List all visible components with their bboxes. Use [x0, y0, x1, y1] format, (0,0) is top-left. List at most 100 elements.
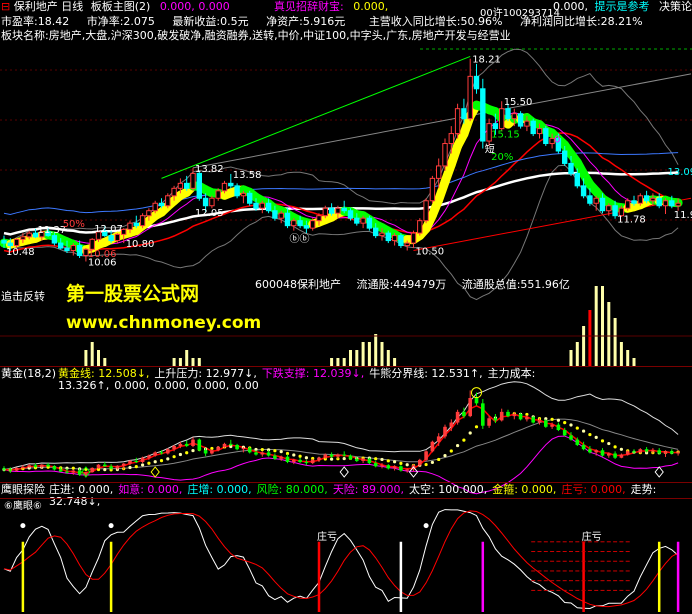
gold-dot [393, 460, 397, 464]
gold-dot [474, 425, 479, 429]
gold-body [600, 450, 605, 456]
candle-body [272, 210, 278, 219]
gold-body [115, 465, 120, 469]
gold-body [197, 439, 202, 451]
candle-body [662, 200, 669, 207]
candle-body [398, 235, 404, 247]
eagle-dot [423, 523, 429, 529]
price-annotation: 10.06 [88, 249, 117, 260]
volume-bar [336, 358, 340, 366]
volume-bar [330, 358, 334, 366]
candle-body [177, 182, 184, 189]
title-right: 0.000, 提示是参考 决策论 [553, 0, 692, 13]
eps: 最新收益:0.5元 [172, 15, 249, 28]
gold-dot [279, 450, 283, 454]
gold-dot [273, 449, 277, 453]
stock-chart[interactable]: 10.4811.3750%10.0610.0612.0710.8013.8212… [0, 0, 692, 614]
price-annotation: 13.82 [195, 164, 224, 175]
candle-body [133, 222, 140, 227]
volume-bar [361, 342, 365, 366]
indicator-name[interactable]: 板板主图(2) [91, 0, 151, 13]
gold-body [373, 463, 378, 467]
candle-body [461, 108, 467, 120]
candle-body [196, 172, 203, 199]
gold-panel-title[interactable]: 黄金(18,2) [1, 368, 56, 380]
volume-bar [355, 350, 359, 366]
candle-body [265, 202, 272, 212]
gold-body [329, 454, 334, 457]
gold-body [260, 452, 265, 455]
gold-body [266, 452, 271, 456]
gold-dot [550, 417, 554, 421]
price-annotation: 11.78 [617, 215, 646, 226]
gold-dot [556, 418, 561, 422]
info-extra: 00许100293714 [480, 8, 560, 19]
candle-body [209, 197, 215, 207]
gold-body [499, 411, 504, 421]
gold-panel-values: 黄金线: 12.508↓, 上升压力: 12.977↓, 下跌支撑: 12.039↓… [58, 368, 692, 392]
trend-line [413, 197, 692, 252]
gold-body [481, 403, 485, 426]
candle-body [366, 217, 373, 229]
gold-body [613, 453, 617, 458]
gold-dot [141, 463, 145, 467]
gold-dot [588, 432, 592, 437]
float-shares: 流通股:449479万 [356, 278, 447, 291]
watermark-url[interactable]: www.chnmoney.com [66, 313, 261, 333]
title-p1: 0.000, [159, 0, 195, 13]
volume-bar [367, 342, 371, 366]
gold-body [52, 466, 57, 470]
gold-body [449, 422, 454, 427]
volume-bar [191, 358, 195, 366]
stock-code: 600048保利地产 [255, 278, 341, 291]
gold-body [90, 467, 94, 473]
eagle-panel-title[interactable]: 鹰眼探险 [1, 484, 45, 496]
candle-body [606, 205, 612, 212]
gold-body [676, 452, 680, 454]
gold-dot [185, 451, 189, 455]
candle-body [253, 202, 259, 209]
eagle-dot [108, 523, 114, 529]
candle-body [1, 240, 7, 244]
candle-body [70, 245, 76, 252]
price-annotation: 13.09 [668, 167, 692, 178]
stock-name[interactable]: 保利地产 [14, 0, 58, 13]
period-label[interactable]: 日线 [61, 0, 83, 13]
candle-body [127, 222, 133, 230]
gold-body [657, 450, 661, 454]
candle-body [190, 172, 196, 189]
candle-body [291, 220, 297, 227]
gold-dot [449, 449, 453, 453]
title-code: 0.000, [353, 0, 389, 13]
gold-body [525, 417, 529, 420]
price-annotation: 10.50 [416, 247, 445, 258]
candle-body [158, 202, 165, 207]
gold-body [443, 426, 447, 437]
signal-diamond [150, 466, 160, 478]
candle-body [656, 197, 662, 207]
candle-body [360, 217, 366, 224]
volume-bar [386, 350, 390, 366]
gold-body [121, 463, 126, 466]
gold_panel-value-2: 下跌支撑: 12.039↓, [261, 367, 365, 380]
volume-bar [569, 350, 573, 366]
gold-body [216, 447, 220, 451]
price-annotation: 0 [554, 135, 560, 146]
gold-body [386, 465, 391, 469]
candle-body [234, 185, 240, 197]
volume-bar [374, 334, 378, 366]
trend-line [161, 55, 471, 179]
gold-body [468, 398, 472, 417]
candle-body [335, 207, 341, 214]
gold-body [46, 464, 50, 467]
hint-label: 提示是参考 [594, 0, 650, 13]
gold-body [651, 450, 655, 452]
candle-body [114, 233, 121, 242]
volume-bar [588, 310, 592, 366]
candle-body [328, 207, 335, 214]
gold_panel-value-7: 0.000, [194, 379, 230, 392]
gold-dot [191, 448, 195, 453]
candle-body [404, 242, 410, 247]
gold-body [607, 453, 611, 456]
volume-bar [619, 342, 623, 366]
